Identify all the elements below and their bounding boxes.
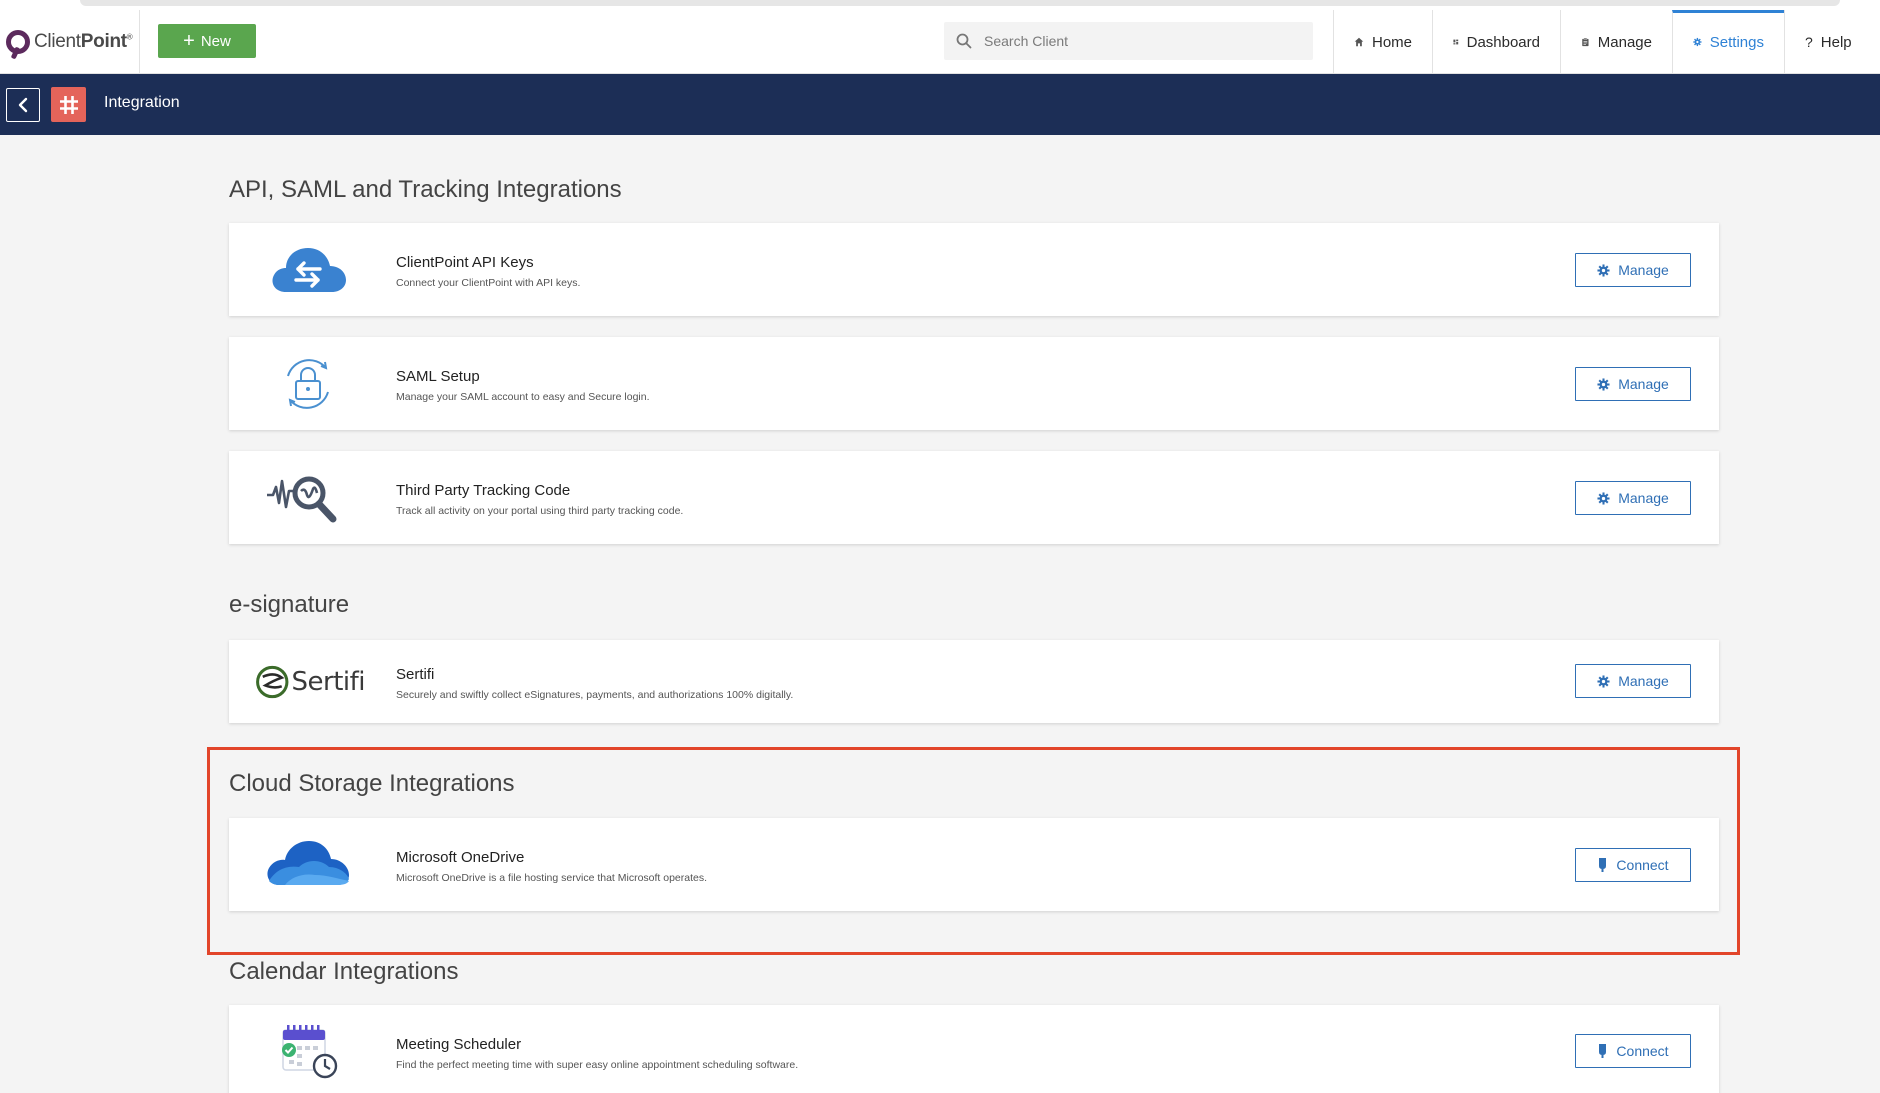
card-desc: Microsoft OneDrive is a file hosting ser… xyxy=(396,872,708,884)
manage-button-sertifi[interactable]: Manage xyxy=(1575,664,1691,698)
manage-button-saml[interactable]: Manage xyxy=(1575,367,1691,401)
calendar-clock-icon xyxy=(263,1005,353,1093)
gear-icon xyxy=(1693,37,1702,47)
connect-button-onedrive[interactable]: Connect xyxy=(1575,848,1691,882)
search-input[interactable] xyxy=(984,33,1284,49)
integration-card-meeting-scheduler: Meeting Scheduler Find the perfect meeti… xyxy=(229,1005,1719,1093)
nav-dashboard-label: Dashboard xyxy=(1466,33,1540,51)
nav-manage[interactable]: Manage xyxy=(1560,10,1672,74)
nav-help-label: Help xyxy=(1820,33,1852,51)
sertifi-mark-icon xyxy=(256,665,289,698)
clipboard-icon xyxy=(1582,37,1589,47)
card-desc: Manage your SAML account to easy and Sec… xyxy=(396,391,650,403)
sertifi-logo-text: Sertifi xyxy=(291,666,366,697)
section-title-cloud: Cloud Storage Integrations xyxy=(229,770,515,797)
plug-icon xyxy=(1599,858,1607,872)
connect-button-label: Connect xyxy=(1616,1043,1669,1059)
manage-button-label: Manage xyxy=(1618,376,1669,392)
gear-icon xyxy=(1597,491,1610,505)
card-name: Microsoft OneDrive xyxy=(396,849,525,866)
gear-icon xyxy=(1597,377,1610,391)
manage-button-api-keys[interactable]: Manage xyxy=(1575,253,1691,287)
saml-lock-icon xyxy=(263,337,353,430)
plus-icon: + xyxy=(183,30,195,52)
nav-manage-label: Manage xyxy=(1597,33,1652,51)
clientpoint-logo[interactable]: ClientPoint® xyxy=(6,10,133,74)
manage-button-label: Manage xyxy=(1618,262,1669,278)
onedrive-cloud-icon xyxy=(263,818,353,911)
app-header: ClientPoint® + New Home Dashboard Manage … xyxy=(0,10,1880,74)
card-name: Sertifi xyxy=(396,666,435,683)
sertifi-logo: Sertifi xyxy=(255,640,366,723)
dashboard-icon xyxy=(1453,39,1459,45)
back-button[interactable] xyxy=(6,88,40,122)
section-title-esign: e-signature xyxy=(229,591,350,618)
search-icon xyxy=(956,33,972,49)
new-button[interactable]: + New xyxy=(158,24,256,58)
main-nav: Home Dashboard Manage Settings ? Help xyxy=(1333,10,1874,74)
home-icon xyxy=(1354,37,1364,47)
page-titlebar: Integration xyxy=(0,74,1880,135)
nav-dashboard[interactable]: Dashboard xyxy=(1432,10,1560,74)
integration-card-tracking: Third Party Tracking Code Track all acti… xyxy=(229,451,1719,544)
nav-home[interactable]: Home xyxy=(1333,10,1432,74)
section-title-calendar: Calendar Integrations xyxy=(229,958,459,985)
manage-button-label: Manage xyxy=(1618,490,1669,506)
browser-top-strip xyxy=(0,0,1880,10)
api-cloud-icon xyxy=(263,223,353,316)
card-name: Third Party Tracking Code xyxy=(396,482,571,499)
card-name: ClientPoint API Keys xyxy=(396,254,534,271)
chevron-left-icon xyxy=(18,97,28,113)
nav-settings-label: Settings xyxy=(1709,33,1764,51)
card-name: Meeting Scheduler xyxy=(396,1036,522,1053)
nav-home-label: Home xyxy=(1371,33,1412,51)
integration-hash-icon xyxy=(51,87,86,122)
search-bar xyxy=(944,22,1313,60)
connect-button-meeting-scheduler[interactable]: Connect xyxy=(1575,1034,1691,1068)
card-desc: Securely and swiftly collect eSignatures… xyxy=(396,689,794,701)
nav-help[interactable]: ? Help xyxy=(1784,10,1874,74)
integration-card-sertifi: Sertifi Sertifi Securely and swiftly col… xyxy=(229,640,1719,723)
card-desc: Connect your ClientPoint with API keys. xyxy=(396,277,581,289)
integration-card-api-keys: ClientPoint API Keys Connect your Client… xyxy=(229,223,1719,316)
clientpoint-logo-icon xyxy=(6,30,30,54)
integration-card-saml: SAML Setup Manage your SAML account to e… xyxy=(229,337,1719,430)
page-title: Integration xyxy=(104,94,180,111)
manage-button-label: Manage xyxy=(1618,673,1669,689)
card-name: SAML Setup xyxy=(396,368,480,385)
new-button-label: New xyxy=(200,32,231,50)
question-icon: ? xyxy=(1805,34,1813,50)
connect-button-label: Connect xyxy=(1616,857,1669,873)
gear-icon xyxy=(1597,674,1610,688)
card-desc: Track all activity on your portal using … xyxy=(396,505,684,517)
header-divider xyxy=(139,10,140,74)
tracking-magnifier-icon xyxy=(263,451,353,544)
nav-settings[interactable]: Settings xyxy=(1672,10,1784,74)
card-desc: Find the perfect meeting time with super… xyxy=(396,1059,799,1071)
manage-button-tracking[interactable]: Manage xyxy=(1575,481,1691,515)
integration-card-onedrive: Microsoft OneDrive Microsoft OneDrive is… xyxy=(229,818,1719,911)
browser-scroll-bar xyxy=(80,0,1840,6)
plug-icon xyxy=(1599,1044,1607,1058)
gear-icon xyxy=(1597,263,1610,277)
section-title-api: API, SAML and Tracking Integrations xyxy=(229,176,622,203)
logo-wordmark: ClientPoint® xyxy=(34,31,133,52)
